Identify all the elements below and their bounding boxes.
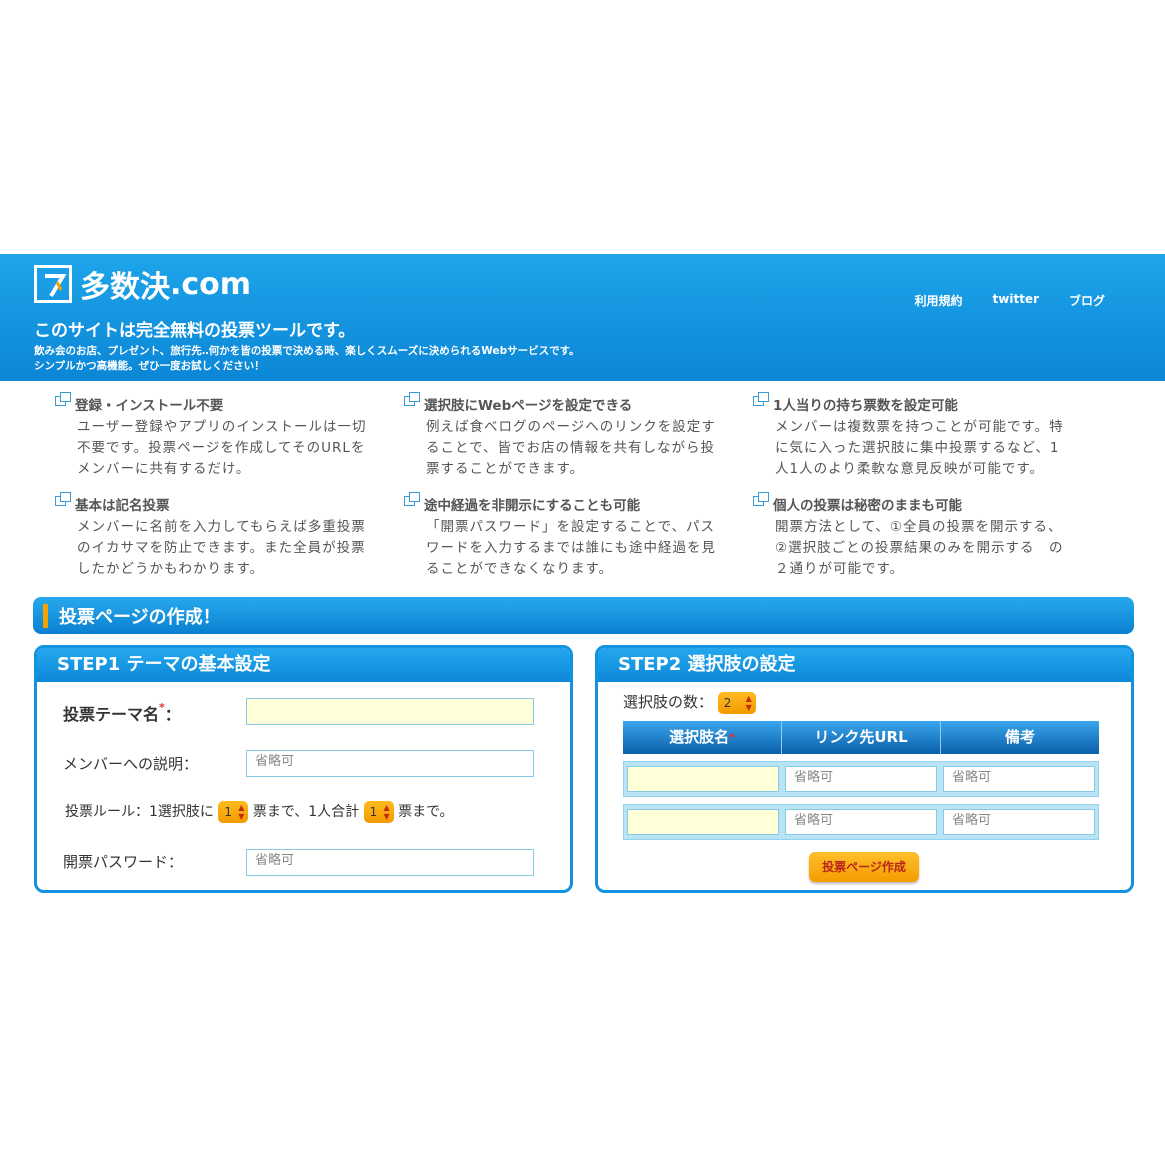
rule-prefix: 投票ルール：1選択肢に — [65, 804, 214, 820]
tagline: このサイトは完全無料の投票ツールです。 — [34, 321, 356, 341]
choice-note-input[interactable]: 省略可 — [943, 766, 1095, 792]
choices-table-header: 選択肢名* リンク先URL 備考 — [623, 721, 1099, 754]
choice-count-select[interactable]: 2 ▲ ▼ — [717, 691, 756, 714]
site-logo[interactable]: 多数決 .com — [34, 262, 251, 306]
choice-name-input[interactable] — [627, 809, 779, 835]
table-row: 省略可 省略可 — [623, 804, 1099, 840]
select-arrows-icon: ▲ ▼ — [238, 803, 245, 821]
window-icon — [753, 392, 769, 406]
step1-title: STEP1 テーマの基本設定 — [37, 648, 570, 682]
create-vote-page-button[interactable]: 投票ページ作成 — [809, 852, 919, 882]
choice-count-label: 選択肢の数： — [623, 693, 714, 711]
feature-item: 個人の投票は秘密のままも可能 開票方法として、①全員の投票を開示する、②選択肢ご… — [753, 492, 1073, 580]
feature-title: 登録・インストール不要 — [75, 398, 224, 414]
top-nav: 利用規約 twitter ブログ — [915, 292, 1106, 309]
feature-title: 1人当りの持ち票数を設定可能 — [773, 398, 958, 414]
feature-title: 選択肢にWebページを設定できる — [424, 398, 633, 414]
column-name-text: 選択肢名 — [669, 728, 730, 746]
choices-table: 選択肢名* リンク先URL 備考 省略可 省略可 省略可 省略可 — [623, 721, 1099, 840]
feature-title: 基本は記名投票 — [75, 498, 170, 514]
description-input[interactable]: 省略可 — [246, 750, 534, 777]
window-icon — [753, 492, 769, 506]
rule-suffix: 票まで。 — [398, 804, 454, 820]
nav-terms-link[interactable]: 利用規約 — [915, 292, 963, 309]
feature-body: メンバーに名前を入力してもらえば多重投票のイカサマを防止できます。また全員が投票… — [77, 519, 366, 577]
section-title: 投票ページの作成！ — [59, 607, 221, 628]
subline-1: 飲み会のお店、プレゼント、旅行先‥何かを皆の投票で決める時、楽しくスムーズに決め… — [34, 345, 580, 357]
window-icon — [404, 392, 420, 406]
per-choice-value: 1 — [224, 805, 233, 819]
create-section-bar: 投票ページの作成！ — [33, 597, 1134, 634]
subline: 飲み会のお店、プレゼント、旅行先‥何かを皆の投票で決める時、楽しくスムーズに決め… — [34, 344, 580, 374]
window-icon — [55, 392, 71, 406]
feature-item: 途中経過を非開示にすることも可能 「開票パスワード」を設定することで、パスワード… — [404, 492, 724, 580]
theme-label-text: 投票テーマ名 — [63, 705, 160, 724]
feature-item: 登録・インストール不要 ユーザー登録やアプリのインストールは一切不要です。投票ペ… — [55, 392, 375, 480]
vote-rule-row: 投票ルール：1選択肢に 1 ▲ ▼ 票まで、1人合計 1 ▲ ▼ 票まで。 — [65, 801, 454, 823]
per-choice-select[interactable]: 1 ▲ ▼ — [218, 801, 249, 823]
column-header-note: 備考 — [1004, 728, 1035, 746]
column-header-url: リンク先URL — [782, 721, 941, 754]
choice-count-value: 2 — [723, 695, 732, 710]
logo-check-icon — [34, 265, 72, 303]
site-header: 多数決 .com このサイトは完全無料の投票ツールです。 飲み会のお店、プレゼン… — [0, 254, 1165, 381]
step2-panel: STEP2 選択肢の設定 選択肢の数： 2 ▲ ▼ 選択肢名* リンク先URL 備考… — [595, 645, 1134, 893]
feature-body: 例えば食べログのページへのリンクを設定することで、皆でお店の情報を共有しながら投… — [426, 419, 716, 477]
feature-body: 「開票パスワード」を設定することで、パスワードを入力するまでは誰にも途中経過を見… — [426, 519, 716, 577]
column-header-name: 選択肢名* — [623, 721, 782, 754]
choice-count-row: 選択肢の数： 2 ▲ ▼ — [623, 691, 756, 714]
password-label: 開票パスワード： — [63, 853, 184, 871]
theme-label-colon: ： — [164, 705, 181, 724]
feature-item: 1人当りの持ち票数を設定可能 メンバーは複数票を持つことが可能です。特に気に入っ… — [753, 392, 1073, 480]
total-votes-value: 1 — [369, 805, 378, 819]
select-arrows-icon: ▲ ▼ — [745, 693, 752, 712]
choice-url-input[interactable]: 省略可 — [785, 766, 937, 792]
nav-twitter-link[interactable]: twitter — [993, 292, 1039, 309]
section-accent — [43, 604, 48, 628]
feature-title: 途中経過を非開示にすることも可能 — [424, 498, 641, 514]
feature-body: 開票方法として、①全員の投票を開示する、②選択肢ごとの投票結果のみを開示する の… — [775, 519, 1064, 577]
window-icon — [404, 492, 420, 506]
required-mark: * — [729, 731, 735, 744]
feature-item: 基本は記名投票 メンバーに名前を入力してもらえば多重投票のイカサマを防止できます… — [55, 492, 375, 580]
logo-suffix: .com — [170, 266, 252, 302]
rule-mid: 票まで、1人合計 — [252, 804, 360, 820]
subline-2: シンプルかつ高機能。ぜひ一度お試しください！ — [34, 360, 265, 372]
logo-text: 多数決 — [80, 270, 170, 305]
choice-name-input[interactable] — [627, 766, 779, 792]
feature-item: 選択肢にWebページを設定できる 例えば食べログのページへのリンクを設定すること… — [404, 392, 724, 480]
feature-title: 個人の投票は秘密のままも可能 — [773, 498, 962, 514]
step1-panel: STEP1 テーマの基本設定 投票テーマ名*： メンバーへの説明： 省略可 投票… — [34, 645, 573, 893]
desc-label: メンバーへの説明： — [63, 755, 199, 773]
theme-input[interactable] — [246, 698, 534, 725]
step2-title: STEP2 選択肢の設定 — [598, 648, 1131, 682]
choice-note-input[interactable]: 省略可 — [943, 809, 1095, 835]
window-icon — [55, 492, 71, 506]
theme-label: 投票テーマ名*： — [63, 701, 181, 725]
total-votes-select[interactable]: 1 ▲ ▼ — [363, 801, 394, 823]
password-input[interactable]: 省略可 — [246, 849, 534, 876]
feature-body: ユーザー登録やアプリのインストールは一切不要です。投票ページを作成してそのURL… — [77, 419, 367, 477]
choice-url-input[interactable]: 省略可 — [785, 809, 937, 835]
nav-blog-link[interactable]: ブログ — [1069, 292, 1105, 309]
table-row: 省略可 省略可 — [623, 761, 1099, 797]
select-arrows-icon: ▲ ▼ — [383, 803, 390, 821]
feature-body: メンバーは複数票を持つことが可能です。特に気に入った選択肢に集中投票するなど、1… — [775, 419, 1064, 477]
